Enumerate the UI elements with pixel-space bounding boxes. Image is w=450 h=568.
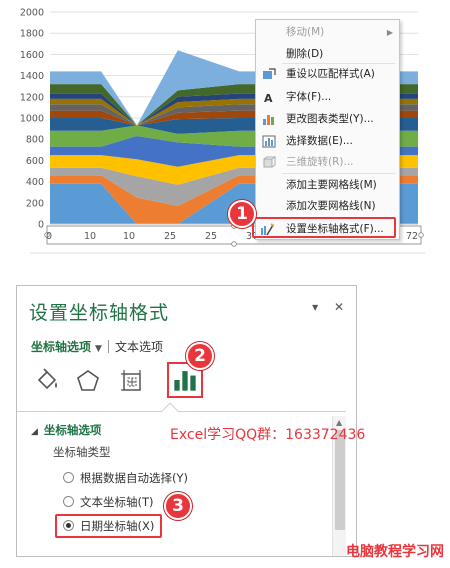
radio-date-axis[interactable]: 日期坐标轴(X) [55,514,163,538]
site-watermark: 电脑教程学习网 [346,544,444,560]
y-tick-label: 1400 [20,71,44,82]
context-menu-item[interactable]: 设置坐标轴格式(F)... [252,217,396,238]
scroll-thumb[interactable] [335,430,345,530]
context-menu: 移动(M) ▶ 删除(D) 重设以匹配样式(A) A 字体(F)... 更改图表类型(Y).… [252,19,400,240]
y-tick-label: 0 [38,220,44,231]
context-menu-item-label: 重设以匹配样式(A) [286,68,375,80]
step-marker-2: 2 [186,342,214,370]
axis-type-label: 坐标轴类型 [53,445,111,459]
svg-text:A: A [264,92,273,104]
qq-group-annotation: Excel学习QQ群：163372436 [170,427,366,443]
tab-divider [107,340,109,353]
context-menu-item-label: 添加次要网格线(N) [286,200,376,212]
collapse-triangle-icon[interactable]: ◢ [31,427,38,437]
pane-title: 设置坐标轴格式 [29,302,170,324]
y-tick-label: 1000 [20,114,44,125]
selection-handle [418,232,424,238]
y-tick-label: 200 [26,198,44,209]
pane-options-dropdown-icon[interactable]: ▾ [312,300,318,314]
submenu-arrow-icon: ▶ [386,28,393,37]
context-menu-item-label: 字体(F)... [286,91,332,103]
context-menu-item-label: 选择数据(E)... [286,135,353,147]
radio-button-checked[interactable] [63,520,74,531]
pane-controls: ▾ ✕ [300,300,344,314]
y-tick-label: 1600 [20,50,44,61]
context-menu-item-label: 移动(M) [286,26,325,38]
tab-axis-options[interactable]: 坐标轴选项 [31,340,91,354]
x-tick-label: 0 [46,231,52,242]
context-menu-item[interactable]: 重设以匹配样式(A) [256,64,399,85]
step-marker-1: 1 [228,200,256,228]
context-menu-item[interactable]: 移动(M) ▶ [256,22,399,43]
screenshot-root: 2000 1800 1600 1400 1200 1000 800 600 400 200 0 0 10… [0,0,450,568]
selection-handle [231,241,237,247]
context-menu-item-label: 添加主要网格线(M) [286,179,377,191]
context-menu-item[interactable]: 添加主要网格线(M) [256,175,399,196]
effects-icon[interactable] [73,366,103,396]
y-tick-label: 2000 [20,8,44,19]
context-menu-item[interactable]: 选择数据(E)... [256,131,399,152]
x-tick-label: 10 [123,231,135,242]
radio-button[interactable] [63,496,74,507]
x-tick-label: 10 [84,231,96,242]
tab-text-options[interactable]: 文本选项 [115,340,163,354]
y-tick-label: 1800 [20,29,44,40]
x-tick-label: 25 [205,231,217,242]
x-tick-label: 72 [406,231,418,242]
radio-button[interactable] [63,472,74,483]
context-menu-item[interactable]: 三维旋转(R)... [256,152,399,173]
fill-line-icon[interactable] [33,366,63,396]
context-menu-item-label: 删除(D) [286,48,324,60]
context-menu-item-label: 设置坐标轴格式(F)... [286,223,384,235]
context-menu-item[interactable]: 删除(D) [256,44,399,65]
chevron-down-icon[interactable]: ▼ [95,344,102,354]
radio-text-axis[interactable]: 文本坐标轴(T) [63,494,154,510]
pane-tabs: 坐标轴选项 ▼ 文本选项 [31,338,163,355]
y-tick-label: 1200 [20,92,44,103]
radio-auto-select[interactable]: 根据数据自动选择(Y) [63,470,188,486]
menu-separator [282,173,395,174]
size-properties-icon[interactable] [117,366,147,396]
icon-row-divider [17,411,346,412]
context-menu-item-label: 更改图表类型(Y)... [286,113,374,125]
section-header[interactable]: ◢ 坐标轴选项 [31,422,101,438]
context-menu-item[interactable]: 添加次要网格线(N) [256,196,399,217]
y-tick-label: 400 [26,177,44,188]
y-tick-label: 600 [26,156,44,167]
context-menu-item-label: 三维旋转(R)... [286,156,354,168]
step-marker-3: 3 [164,492,192,520]
context-menu-item[interactable]: A 字体(F)... [256,87,399,108]
y-tick-label: 800 [26,135,44,146]
pane-close-icon[interactable]: ✕ [334,300,344,314]
x-tick-label: 25 [164,231,176,242]
context-menu-item[interactable]: 更改图表类型(Y)... [256,109,399,130]
